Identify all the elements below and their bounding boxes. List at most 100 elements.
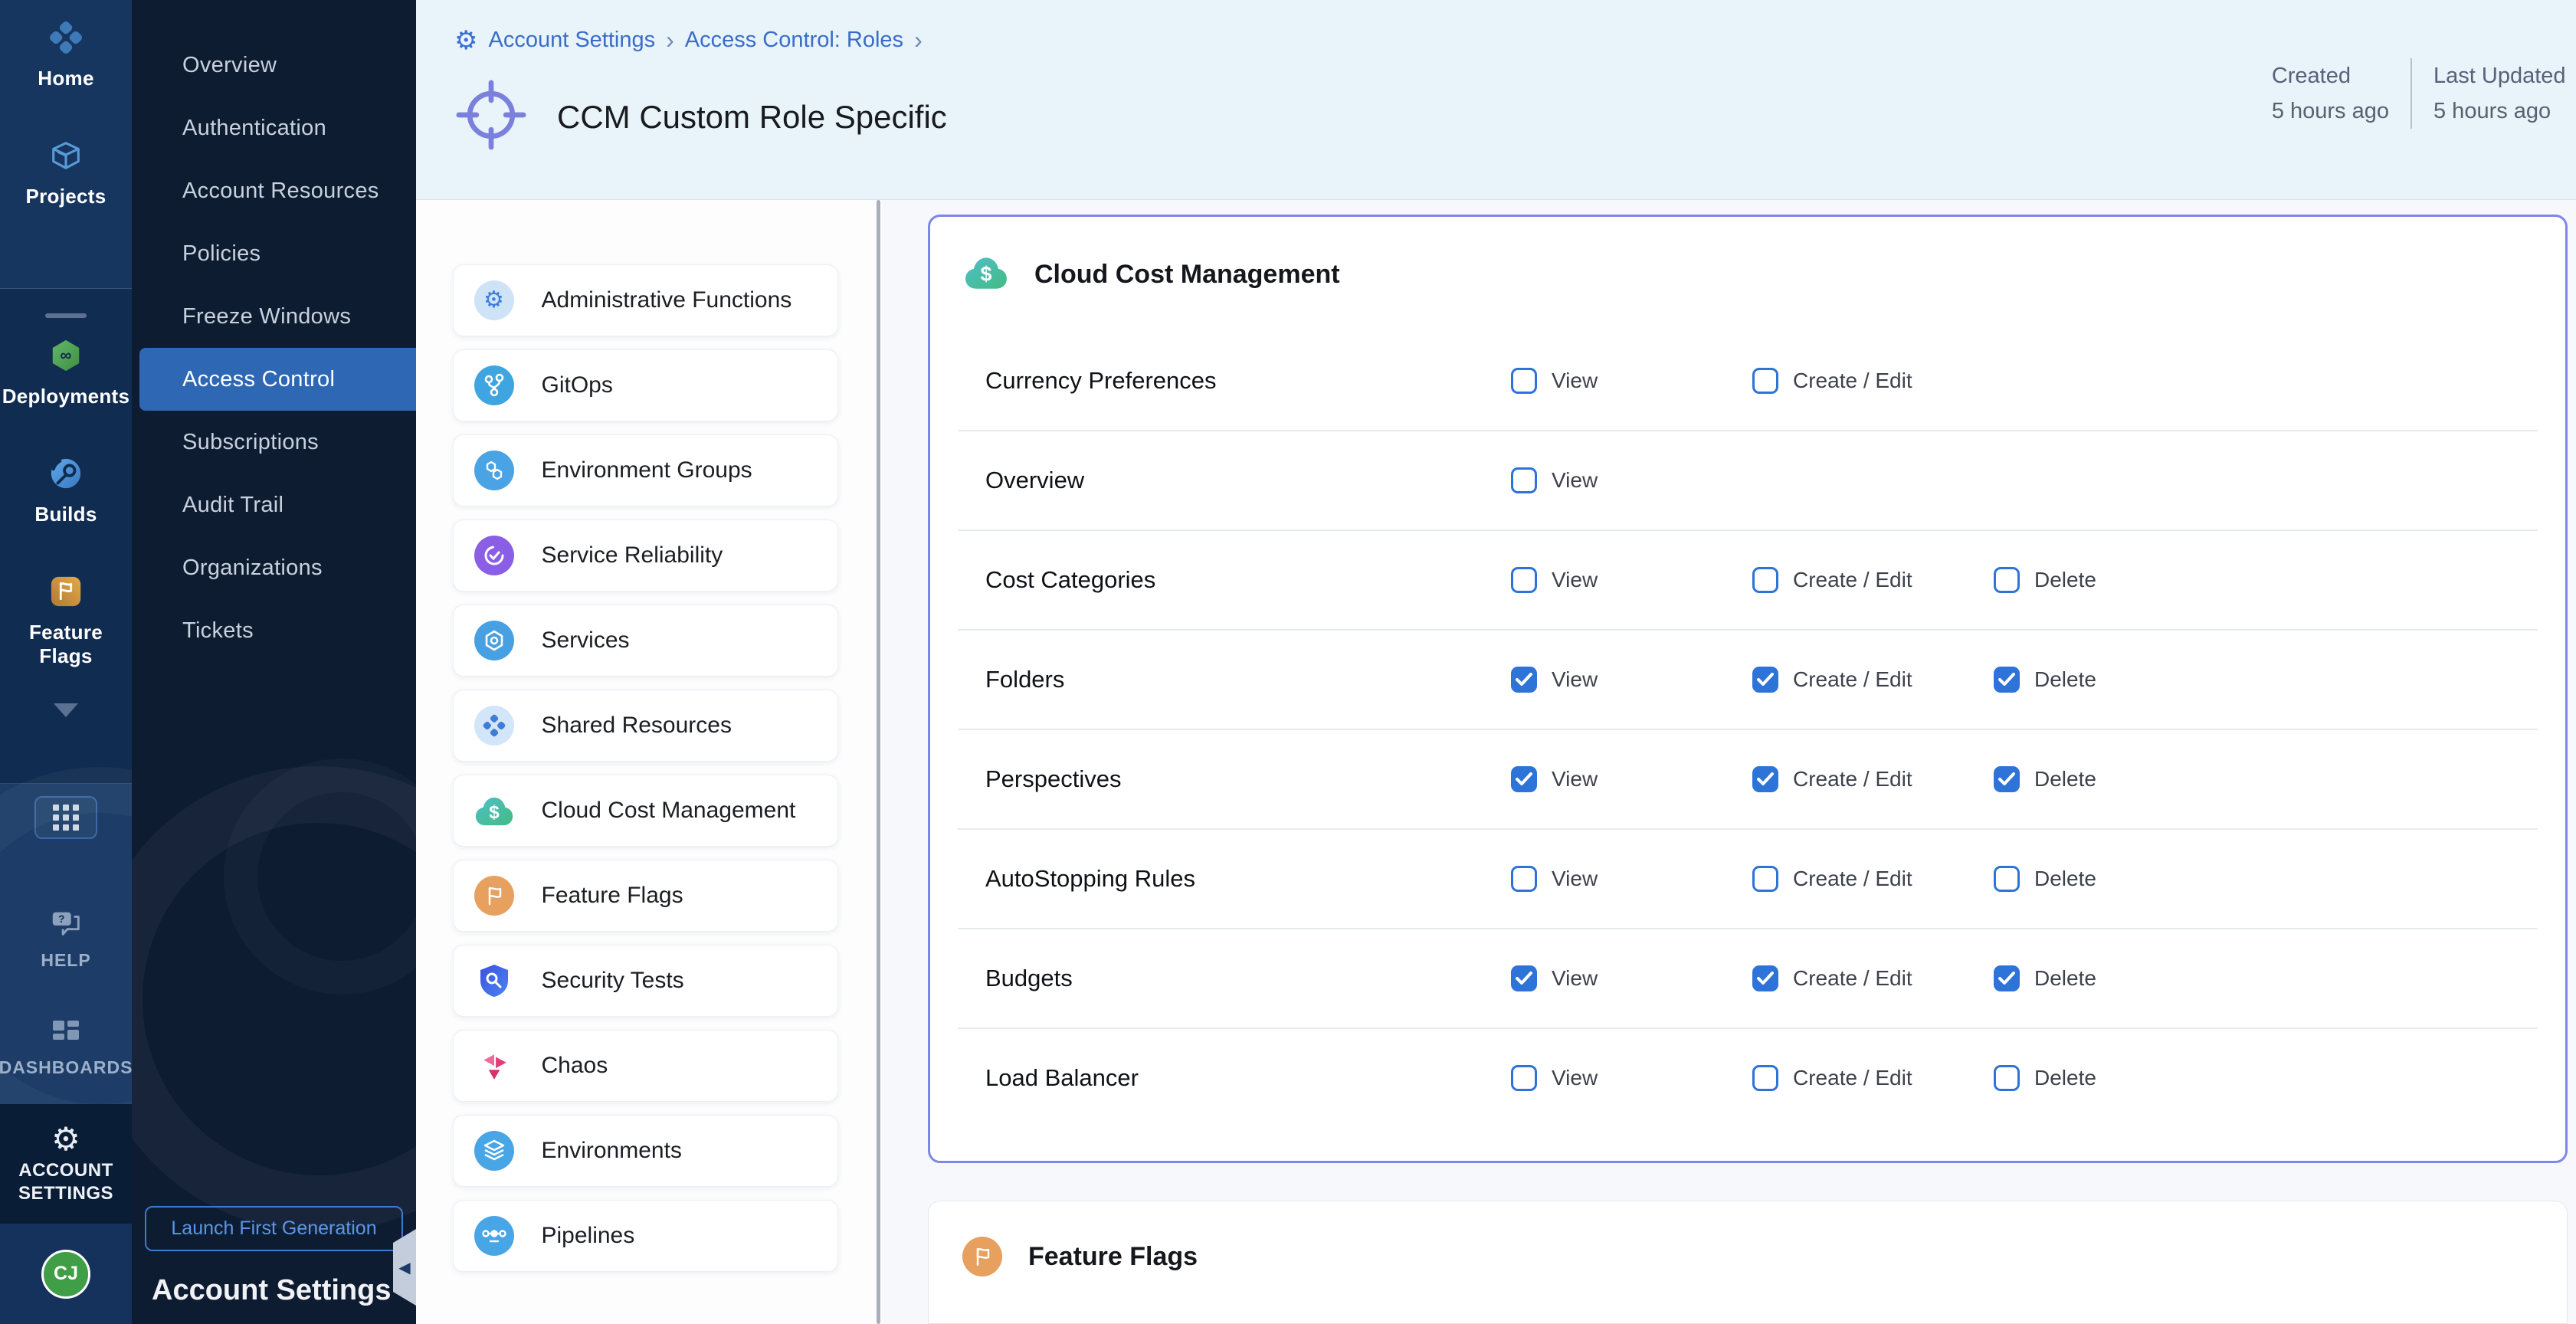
checkbox-view-checked[interactable] [1511,667,1537,693]
settings-nav-list: OverviewAuthenticationAccount ResourcesP… [132,0,416,662]
checkbox-view-checked[interactable] [1511,965,1537,991]
permission-col-view: View [1511,766,1752,792]
settings-nav-sidebar: OverviewAuthenticationAccount ResourcesP… [132,0,416,1324]
resource-item-feature-flags[interactable]: Feature Flags [453,860,838,932]
checkbox-label: Delete [2034,966,2096,991]
permission-col-delete: Delete [1994,567,2235,593]
resource-item-pipelines[interactable]: Pipelines [453,1200,838,1272]
resource-item-label: Services [542,628,630,654]
sidebar-item-help[interactable]: ? HELP [0,908,132,971]
module-group-low: ? HELP DASHBOARDS [0,784,132,1104]
cube-icon [48,138,84,177]
panel-scrollbar[interactable] [874,200,882,1324]
checkbox-label: Delete [2034,568,2096,592]
shared-icon [474,706,514,746]
nav-item-subscriptions[interactable]: Subscriptions [132,411,416,474]
resource-item-security-tests[interactable]: Security Tests [453,945,838,1017]
checkbox-label: View [1552,867,1598,891]
envgroups-icon [474,451,514,490]
checkbox-label: Delete [2034,867,2096,891]
resource-item-cloud-cost-management[interactable]: $Cloud Cost Management [453,775,838,847]
chevron-down-icon[interactable] [54,703,78,717]
sidebar-item-projects[interactable]: Projects [0,138,132,208]
ff-card-header: Feature Flags [962,1237,1198,1276]
checkbox-delete-unchecked[interactable] [1994,567,2020,593]
resource-item-label: Environments [542,1138,682,1164]
nav-item-audit-trail[interactable]: Audit Trail [132,474,416,536]
checkbox-label: View [1552,468,1598,493]
checkbox-delete-checked[interactable] [1994,667,2020,693]
resource-item-label: GitOps [542,372,613,398]
perm-card-header: $ Cloud Cost Management [930,217,2565,332]
checkbox-create-edit-unchecked[interactable] [1752,567,1778,593]
sidebar-item-home[interactable]: Home [0,20,132,90]
nav-item-policies[interactable]: Policies [132,222,416,285]
feature-flags-card: Feature Flags [928,1201,2568,1324]
account-settings-label-line1: ACCOUNT [18,1160,113,1181]
module-sidebar: Home Projects ∞ Deployments Bu [0,0,132,1324]
avatar-initials: CJ [54,1263,78,1285]
nav-item-access-control[interactable]: Access Control [139,348,416,411]
page-title-row: CCM Custom Role Specific [456,80,947,154]
permission-col-delete: Delete [1994,1065,2235,1091]
checkbox-create-edit-checked[interactable] [1752,965,1778,991]
resource-item-label: Cloud Cost Management [542,798,796,824]
checkbox-view-unchecked[interactable] [1511,866,1537,892]
sidebar-item-deployments[interactable]: ∞ Deployments [0,338,132,408]
sidebar-item-feature-flags[interactable]: Feature Flags [0,574,132,668]
launch-first-generation-button[interactable]: Launch First Generation [145,1206,402,1251]
permission-row-label: Folders [985,666,1511,693]
checkbox-create-edit-checked[interactable] [1752,667,1778,693]
sidebar-item-builds[interactable]: Builds [0,456,132,526]
module-label: DASHBOARDS [0,1057,132,1078]
checkbox-create-edit-unchecked[interactable] [1752,866,1778,892]
nav-item-organizations[interactable]: Organizations [132,536,416,599]
permission-col-delete: Delete [1994,667,2235,693]
checkbox-view-checked[interactable] [1511,766,1537,792]
nav-item-freeze-windows[interactable]: Freeze Windows [132,285,416,348]
nav-item-authentication[interactable]: Authentication [132,97,416,159]
checkbox-delete-checked[interactable] [1994,965,2020,991]
resource-item-administrative-functions[interactable]: ⚙Administrative Functions [453,264,838,336]
resource-item-gitops[interactable]: GitOps [453,349,838,421]
checkbox-view-unchecked[interactable] [1511,567,1537,593]
sidebar-item-dashboards[interactable]: DASHBOARDS [0,1018,132,1078]
checkbox-view-unchecked[interactable] [1511,467,1537,493]
checkbox-delete-checked[interactable] [1994,766,2020,792]
nav-item-tickets[interactable]: Tickets [132,599,416,662]
module-switcher-button[interactable] [34,796,97,839]
resource-item-shared-resources[interactable]: Shared Resources [453,690,838,762]
harness-home-icon [48,20,84,59]
resource-item-service-reliability[interactable]: Service Reliability [453,519,838,592]
checkbox-label: Create / Edit [1793,568,1912,592]
avatar[interactable]: CJ [41,1250,90,1299]
permission-row-label: AutoStopping Rules [985,865,1511,893]
permission-row-label: Overview [985,467,1511,494]
cloud-cost-management-card: $ Cloud Cost Management Currency Prefere… [928,215,2568,1163]
module-label: Home [38,67,93,90]
resource-item-chaos[interactable]: Chaos [453,1030,838,1102]
nav-item-account-resources[interactable]: Account Resources [132,159,416,222]
checkbox-label: View [1552,767,1598,791]
resource-item-environment-groups[interactable]: Environment Groups [453,434,838,506]
checkbox-delete-unchecked[interactable] [1994,1065,2020,1091]
breadcrumb-account-settings[interactable]: Account Settings [488,28,655,53]
permission-col-create-edit: Create / Edit [1752,866,1994,892]
permission-col-delete: Delete [1994,766,2235,792]
checkbox-delete-unchecked[interactable] [1994,866,2020,892]
permission-row-cost-categories: Cost CategoriesViewCreate / EditDelete [930,531,2565,629]
checkbox-view-unchecked[interactable] [1511,1065,1537,1091]
sidebar-item-account-settings[interactable]: ⚙ ACCOUNT SETTINGS [0,1104,132,1224]
breadcrumb-access-control-roles[interactable]: Access Control: Roles [685,28,903,53]
checkbox-create-edit-unchecked[interactable] [1752,1065,1778,1091]
collapse-arrow-icon: ◀ [398,1258,410,1277]
nav-item-overview[interactable]: Overview [132,34,416,97]
perm-rows: Currency PreferencesViewCreate / EditOve… [930,332,2565,1127]
resource-item-environments[interactable]: Environments [453,1115,838,1187]
checkbox-create-edit-checked[interactable] [1752,766,1778,792]
checkbox-view-unchecked[interactable] [1511,368,1537,394]
permission-col-create-edit: Create / Edit [1752,766,1994,792]
breadcrumb-separator: › [914,26,923,54]
checkbox-create-edit-unchecked[interactable] [1752,368,1778,394]
resource-item-services[interactable]: Services [453,605,838,677]
